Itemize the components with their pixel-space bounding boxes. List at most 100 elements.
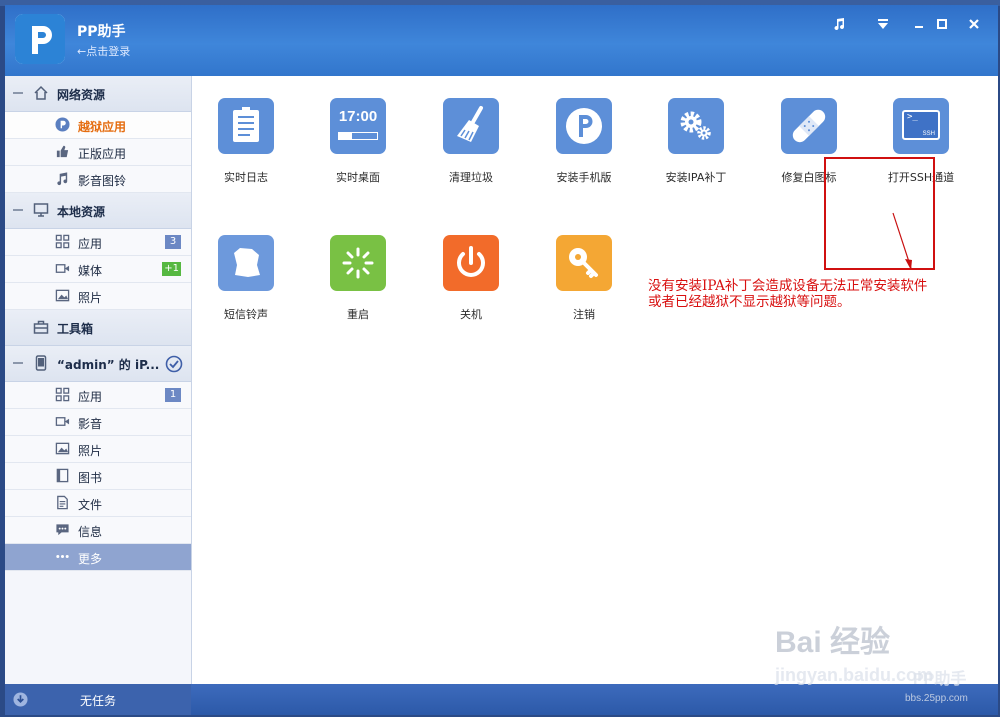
sidebar-item-label: 影音图铃 — [78, 174, 127, 188]
pp-logo-icon — [556, 98, 612, 154]
close-icon[interactable] — [963, 13, 985, 35]
watermark-logo: Bai 经验 — [775, 626, 891, 659]
sidebar-item-jailbreak-apps[interactable]: 越狱应用 — [5, 112, 191, 139]
key-icon — [556, 235, 612, 291]
message-icon — [56, 524, 69, 536]
bell-icon — [218, 235, 274, 291]
sidebar-item-label: 越狱应用 — [78, 120, 127, 134]
sidebar-item-genuine-apps[interactable]: 正版应用 — [5, 139, 191, 166]
tool-clean-junk[interactable]: 清理垃圾 — [426, 76, 516, 184]
title-bar: PP助手 ←点击登录 — [5, 5, 998, 76]
tool-shutdown[interactable]: 关机 — [426, 213, 516, 321]
tool-label: 关机 — [460, 308, 482, 321]
more-icon — [56, 555, 69, 558]
tool-label: 短信铃声 — [224, 308, 268, 321]
tool-sms-ringtone[interactable]: 短信铃声 — [201, 213, 291, 321]
sidebar-item-media-ringtones[interactable]: 影音图铃 — [5, 166, 191, 193]
gears-icon — [668, 98, 724, 154]
thumb-icon — [56, 145, 69, 158]
ssh-label: SSH — [922, 131, 935, 137]
sidebar-item-device-media[interactable]: 影音 — [5, 409, 191, 436]
sidebar-item-device-files[interactable]: 文件 — [5, 490, 191, 517]
power-icon — [443, 235, 499, 291]
sidebar-item-local-media[interactable]: 媒体 +1 — [5, 256, 191, 283]
task-status-bar[interactable]: 无任务 — [5, 684, 191, 715]
section-local-resources[interactable]: 本地资源 — [5, 193, 191, 229]
sidebar-item-device-apps[interactable]: 应用 1 — [5, 382, 191, 409]
collapse-icon[interactable] — [13, 92, 23, 94]
sidebar-item-label: 应用 — [78, 237, 103, 251]
section-toolbox[interactable]: 工具箱 — [5, 310, 191, 346]
sidebar-item-local-apps[interactable]: 应用 3 — [5, 229, 191, 256]
sidebar-item-label: 文件 — [78, 498, 103, 512]
section-title: 工具箱 — [57, 322, 94, 336]
terminal-screen: >_ SSH — [902, 110, 940, 140]
tool-label: 安装手机版 — [556, 171, 612, 184]
sidebar-item-label: 更多 — [78, 552, 103, 566]
log-icon — [218, 98, 274, 154]
home-icon — [34, 85, 48, 100]
tool-logout[interactable]: 注销 — [539, 213, 629, 321]
sidebar-item-device-photos[interactable]: 照片 — [5, 436, 191, 463]
tool-realtime-desktop[interactable]: 17:00 实时桌面 — [313, 76, 403, 184]
tool-realtime-log[interactable]: 实时日志 — [201, 76, 291, 184]
highlight-box — [824, 157, 935, 270]
sidebar-item-label: 正版应用 — [78, 147, 127, 161]
bandage-icon — [781, 98, 837, 154]
pp-icon — [55, 117, 70, 132]
terminal-icon: >_ SSH — [893, 98, 949, 154]
desktop-progress-frame — [338, 132, 378, 140]
sidebar-item-label: 照片 — [78, 291, 103, 305]
photo-icon — [55, 289, 70, 302]
tool-label: 重启 — [347, 308, 369, 321]
photo-icon — [55, 442, 70, 455]
sidebar-item-device-books[interactable]: 图书 — [5, 463, 191, 490]
phone-icon — [35, 355, 47, 371]
sidebar-item-device-messages[interactable]: 信息 — [5, 517, 191, 544]
section-network-resources[interactable]: 网络资源 — [5, 76, 191, 112]
watermark-brand-url: bbs.25pp.com — [905, 693, 968, 704]
toolbox-content: 实时日志 17:00 实时桌面 清理垃圾 安装手机版 安装IPA补丁 修复白图标… — [192, 76, 998, 684]
collapse-icon[interactable] — [13, 209, 23, 211]
monitor-icon — [33, 203, 49, 217]
maximize-icon[interactable] — [931, 13, 953, 35]
annotation-line-1: 没有安装IPA补丁会造成设备无法正常安装软件 — [648, 278, 928, 294]
task-status-text: 无任务 — [80, 694, 117, 708]
tool-restart[interactable]: 重启 — [313, 213, 403, 321]
download-icon — [13, 692, 28, 707]
tool-label: 实时桌面 — [336, 171, 380, 184]
annotation-text: 没有安装IPA补丁会造成设备无法正常安装软件 或者已经越狱不显示越狱等问题。 — [648, 278, 927, 310]
video-icon — [55, 264, 70, 273]
section-device[interactable]: “admin” 的 iP... — [5, 346, 191, 382]
tool-install-ipa-patch[interactable]: 安装IPA补丁 — [651, 76, 741, 184]
collapse-icon[interactable] — [13, 362, 23, 364]
clock-display-icon: 17:00 — [330, 98, 386, 154]
login-link[interactable]: ←点击登录 — [77, 43, 130, 59]
minimize-icon[interactable] — [908, 13, 930, 35]
count-badge: +1 — [162, 262, 181, 276]
tool-label: 注销 — [573, 308, 595, 321]
sidebar-item-label: 照片 — [78, 444, 103, 458]
grid-icon — [55, 387, 70, 402]
connected-check-icon — [165, 355, 183, 373]
desktop-time-text: 17:00 — [338, 108, 378, 125]
watermark-url: jingyan.baidu.com — [775, 665, 934, 685]
sidebar-item-label: 媒体 — [78, 264, 103, 278]
sidebar-item-label: 应用 — [78, 390, 103, 404]
sidebar-item-local-photos[interactable]: 照片 — [5, 283, 191, 310]
music-icon[interactable] — [828, 13, 850, 35]
sidebar-item-label: 信息 — [78, 525, 103, 539]
count-badge: 3 — [165, 235, 181, 249]
restart-icon — [330, 235, 386, 291]
video-icon — [55, 417, 70, 426]
app-title: PP助手 — [77, 24, 126, 40]
sidebar-item-label: 图书 — [78, 471, 103, 485]
menu-dropdown-icon[interactable] — [872, 13, 894, 35]
toolbox-icon — [33, 320, 49, 334]
annotation-line-2: 或者已经越狱不显示越狱等问题。 — [648, 294, 851, 310]
section-title: 本地资源 — [57, 205, 106, 219]
pp-assistant-window: PP助手 ←点击登录 网络资源 越狱应用 正版应用 影音图铃 本地资源 应用 3… — [5, 5, 998, 715]
sidebar-item-device-more[interactable]: 更多 — [5, 544, 191, 571]
tool-label: 实时日志 — [224, 171, 268, 184]
tool-install-mobile[interactable]: 安装手机版 — [539, 76, 629, 184]
